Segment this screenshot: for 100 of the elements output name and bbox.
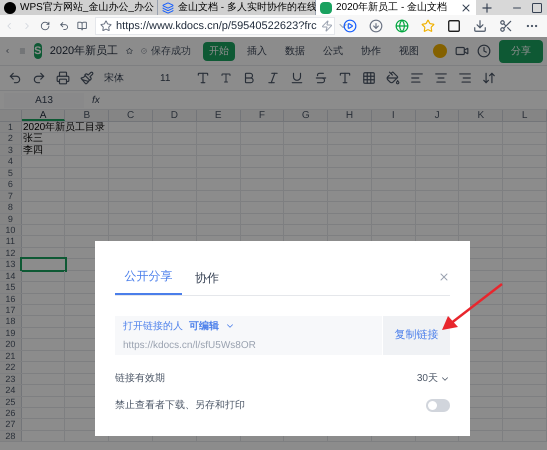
- column-header[interactable]: J: [416, 110, 460, 121]
- maximize-icon[interactable]: [531, 2, 543, 14]
- restrict-label: 禁止查看者下载、另存和打印: [115, 398, 245, 413]
- browser-tab[interactable]: 2020年新员工 - 金山文档: [316, 0, 476, 15]
- reader-icon[interactable]: [76, 19, 88, 33]
- row-header[interactable]: 27: [0, 419, 22, 430]
- url-text: https://www.kdocs.cn/p/59540522623?frc: [116, 18, 317, 34]
- expiry-dropdown[interactable]: 30天: [416, 371, 450, 386]
- column-header[interactable]: L: [503, 110, 547, 121]
- bold-icon[interactable]: [242, 71, 256, 85]
- refresh-icon[interactable]: [40, 19, 51, 33]
- row-header[interactable]: 6: [0, 179, 22, 190]
- wps-logo-icon: [4, 2, 16, 14]
- menu-tab[interactable]: 视图: [393, 42, 426, 60]
- redo-icon[interactable]: [32, 71, 46, 85]
- history-icon[interactable]: [477, 44, 492, 58]
- permission-dropdown[interactable]: 可编辑: [189, 318, 219, 334]
- align-right-icon[interactable]: [458, 71, 472, 85]
- row-header[interactable]: 18: [0, 316, 22, 327]
- star-icon[interactable]: [100, 20, 112, 32]
- border-icon[interactable]: [362, 71, 376, 85]
- row-header[interactable]: 16: [0, 294, 22, 304]
- menu-tab[interactable]: 插入: [241, 42, 274, 60]
- undo-icon[interactable]: [58, 19, 69, 33]
- printer-icon[interactable]: [56, 71, 70, 85]
- row-header[interactable]: 28: [0, 430, 22, 442]
- scissors-icon[interactable]: [499, 19, 514, 33]
- increase-font-icon[interactable]: [196, 71, 210, 85]
- row-header[interactable]: 13: [0, 259, 22, 270]
- column-header[interactable]: C: [109, 110, 153, 121]
- column-header[interactable]: B: [65, 110, 110, 121]
- font-dropdown[interactable]: 宋体: [104, 70, 150, 86]
- download-circle-icon[interactable]: [369, 19, 384, 33]
- row-header[interactable]: 17: [0, 305, 22, 316]
- tab-title: WPS官方网站_金山办公_办公: [20, 2, 154, 12]
- cell-text: 2020年新员工目录: [23, 122, 106, 133]
- row-header[interactable]: 3: [0, 144, 22, 156]
- menu-tab[interactable]: 开始: [203, 42, 236, 60]
- row-header[interactable]: 7: [0, 190, 22, 202]
- format-painter-icon[interactable]: [80, 71, 94, 85]
- column-header[interactable]: E: [196, 110, 241, 121]
- dialog-tab[interactable]: 公开分享: [115, 267, 182, 295]
- close-icon[interactable]: [460, 2, 472, 14]
- share-button[interactable]: 分享: [499, 40, 544, 62]
- row-header[interactable]: 10: [0, 224, 22, 236]
- row-header[interactable]: 22: [0, 362, 22, 373]
- italic-icon[interactable]: [266, 71, 280, 85]
- browser-tab[interactable]: WPS官方网站_金山办公_办公: [0, 0, 158, 15]
- menu-tab[interactable]: 公式: [317, 42, 350, 60]
- column-header[interactable]: D: [153, 110, 197, 121]
- row-header[interactable]: 20: [0, 339, 22, 350]
- column-header[interactable]: H: [328, 110, 372, 121]
- row-header[interactable]: 4: [0, 156, 22, 167]
- menu-tab[interactable]: 协作: [355, 42, 388, 60]
- browser-tab[interactable]: 金山文档 - 多人实时协作的在线: [158, 0, 316, 15]
- fx-label: fx: [92, 94, 100, 108]
- align-left-icon[interactable]: [410, 71, 424, 85]
- font-size-dropdown[interactable]: 11: [160, 70, 186, 86]
- undo-icon[interactable]: [8, 71, 22, 85]
- row-header[interactable]: 2: [0, 133, 22, 144]
- lightning-icon[interactable]: [320, 20, 333, 32]
- row-header[interactable]: 26: [0, 408, 22, 418]
- dialog-tab[interactable]: 协作: [182, 269, 232, 295]
- new-tab-icon[interactable]: [480, 1, 494, 15]
- video-icon[interactable]: [455, 44, 470, 58]
- row-header[interactable]: 1: [0, 122, 22, 132]
- row-header[interactable]: 24: [0, 385, 22, 396]
- column-header[interactable]: G: [284, 110, 328, 121]
- video-icon[interactable]: [343, 19, 358, 33]
- copy-link-button[interactable]: 复制链接: [382, 316, 450, 355]
- vertical-align-icon[interactable]: [482, 71, 496, 85]
- cell-text: 李四: [23, 144, 43, 156]
- row-header[interactable]: 9: [0, 214, 22, 224]
- fill-color-icon[interactable]: [386, 71, 400, 85]
- row-header[interactable]: 19: [0, 328, 22, 338]
- column-header[interactable]: K: [459, 110, 504, 121]
- row-header[interactable]: 21: [0, 350, 22, 362]
- strikethrough-icon[interactable]: [314, 71, 328, 85]
- row-header[interactable]: 23: [0, 374, 22, 384]
- row-header[interactable]: 25: [0, 396, 22, 407]
- menu-tab[interactable]: 数据: [279, 42, 312, 60]
- globe-icon[interactable]: [395, 19, 410, 33]
- align-center-icon[interactable]: [434, 71, 448, 85]
- annotation-arrow: [442, 283, 503, 330]
- row-header[interactable]: 11: [0, 236, 22, 247]
- underline-icon[interactable]: [290, 71, 304, 85]
- tab-icon[interactable]: [447, 19, 462, 33]
- save-status: 保存成功: [151, 44, 192, 58]
- row-header[interactable]: 5: [0, 168, 22, 178]
- check-circle-icon: [141, 45, 148, 57]
- toggle-switch[interactable]: [426, 399, 450, 412]
- column-header[interactable]: F: [240, 110, 284, 121]
- column-header[interactable]: A: [22, 110, 66, 121]
- download-icon[interactable]: [473, 19, 488, 33]
- row-header[interactable]: 8: [0, 202, 22, 212]
- column-header[interactable]: I: [372, 110, 416, 121]
- decrease-font-icon[interactable]: [220, 72, 232, 84]
- row-header[interactable]: 14: [0, 270, 22, 282]
- row-header[interactable]: 15: [0, 282, 22, 293]
- font-color-icon[interactable]: [338, 71, 352, 85]
